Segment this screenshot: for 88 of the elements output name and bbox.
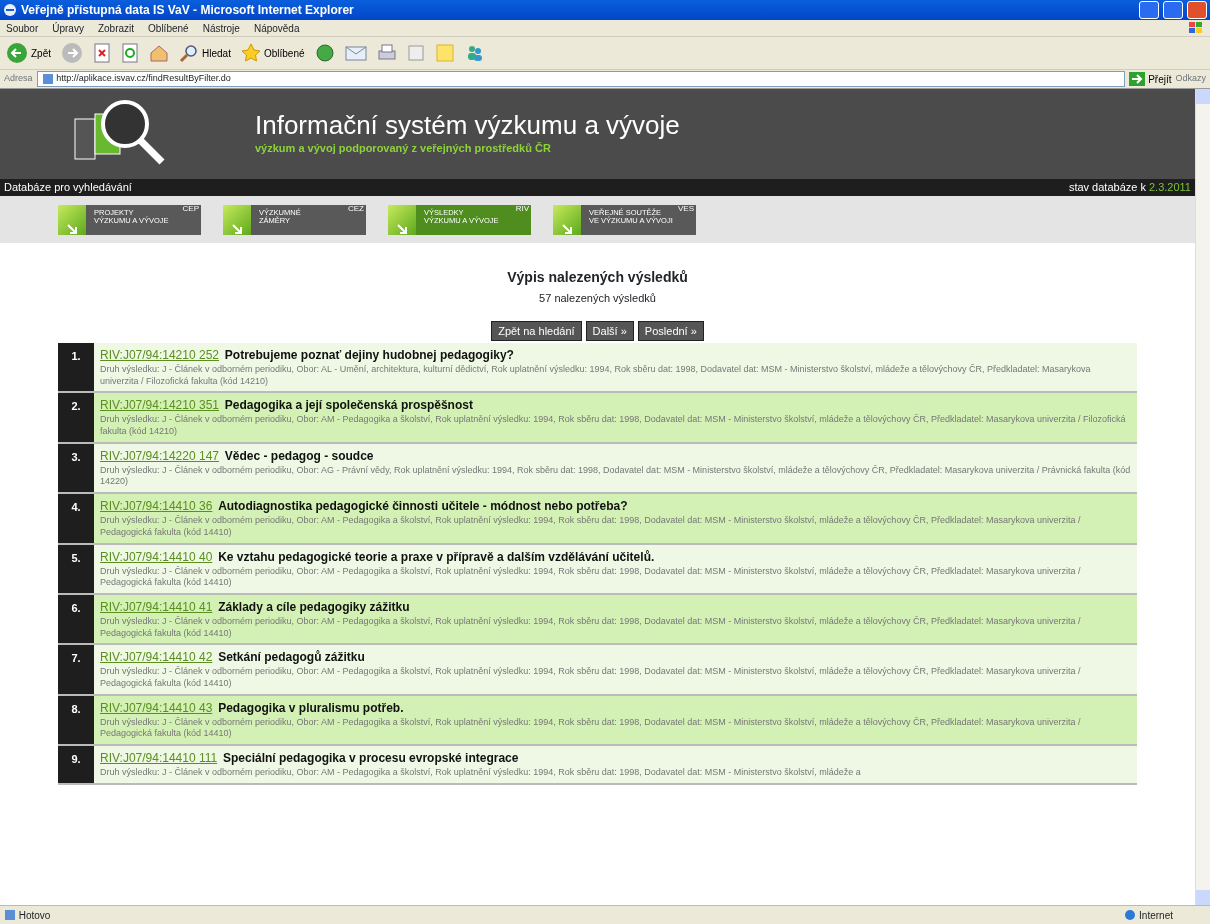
- result-description: Druh výsledku: J - Článek v odborném periodiku, Obor: AM - Pedagogika a školství, Rok uplatnění výsledku: 1994, Rok sběru dat: 1998, Dodavatel dat: MSM - Ministerstvo školství, mládeže a tělovýchovy ČR, Předkladatel: Masarykova univerzita / Pedagogická fakulta (kód 14410): [100, 666, 1082, 690]
- history-button[interactable]: [314, 43, 335, 63]
- result-description: Druh výsledku: J - Článek v odborném periodiku, Obor: AM - Pedagogika a školství, Rok uplatnění výsledku: 1994, Rok sběru dat: 1998, Dodavatel dat: MSM - Ministerstvo školství, mládeže a tělovýchovy ČR, Předkladatel: Masarykova univerzita / Filozofická fakulta (kód 14210): [100, 414, 1127, 438]
- go-button[interactable]: Přejít: [1129, 71, 1172, 87]
- result-number: 4.: [58, 494, 94, 543]
- result-code-link[interactable]: RIV:J07/94:14410 42: [100, 650, 213, 665]
- page-icon: [4, 909, 16, 921]
- print-button[interactable]: [376, 43, 397, 63]
- menu-item[interactable]: Oblíbené: [148, 20, 189, 36]
- result-title: Ke vztahu pedagogické teorie a praxe v přípravě a dalším vzdělávání učitelů.: [218, 549, 655, 564]
- page-icon: [41, 73, 54, 85]
- results-count: 57 nalezených výsledků: [538, 291, 657, 306]
- pager-button[interactable]: Další »: [585, 320, 634, 341]
- home-button[interactable]: [149, 43, 169, 63]
- result-number: 8.: [58, 695, 94, 744]
- results-heading: Výpis nalezených výsledků: [506, 268, 689, 287]
- result-title: Vědec - pedagog - soudce: [224, 448, 374, 463]
- result-number: 3.: [58, 443, 94, 493]
- database-state: stav databáze k 2.3.2011: [1068, 180, 1191, 196]
- result-number: 2.: [58, 393, 94, 442]
- minimize-button[interactable]: [1139, 1, 1159, 19]
- stop-button[interactable]: [93, 43, 111, 63]
- result-number: 1.: [58, 343, 94, 392]
- address-label: Adresa: [4, 72, 33, 86]
- result-title: Setkání pedagogů zážitku: [218, 650, 365, 665]
- database-label: Databáze pro vyhledávání: [4, 180, 132, 196]
- result-code-link[interactable]: RIV:J07/94:14410 40: [100, 549, 213, 564]
- close-button[interactable]: [1187, 1, 1207, 19]
- search-icon: [179, 43, 199, 63]
- globe-icon: [314, 43, 335, 63]
- favorites-button[interactable]: Oblíbené: [240, 43, 305, 63]
- menu-item[interactable]: Nástroje: [202, 20, 240, 36]
- home-icon: [149, 43, 169, 63]
- arrow-icon: [66, 222, 78, 235]
- globe-icon: [1124, 909, 1137, 921]
- vertical-scrollbar[interactable]: [1195, 89, 1210, 905]
- result-description: Druh výsledku: J - Článek v odborném periodiku, Obor: AM - Pedagogika a školství, Rok uplatnění výsledku: 1994, Rok sběru dat: 1998, Dodavatel dat: MSM - Ministerstvo školství, mládeže a tělovýchovy ČR, Předkladatel: Masarykova univerzita / Pedagogická fakulta (kód 14410): [100, 615, 1082, 640]
- menu-item[interactable]: Nápověda: [253, 20, 300, 36]
- search-button[interactable]: Hledat: [179, 43, 231, 63]
- arrow-icon: [231, 222, 243, 235]
- address-text: http://aplikace.isvav.cz/findResultByFilter.do: [56, 72, 231, 86]
- maximize-button[interactable]: [1163, 1, 1183, 19]
- result-title: Autodiagnostika pedagogické činnosti učitele - módnost nebo potřeba?: [218, 499, 628, 514]
- edit-button[interactable]: [406, 44, 425, 62]
- menu-item[interactable]: Soubor: [6, 20, 39, 36]
- site-subtitle: výzkum a vývoj podporovaný z veřejných prostředků ČR: [255, 141, 552, 157]
- result-description: Druh výsledku: J - Článek v odborném periodiku, Obor: AL - Umění, architektura, kulturní dědictví, Rok uplatnění výsledku: 1994, Rok sběru dat: 1998, Dodavatel dat: MSM - Ministerstvo školství, mládeže a tělovýchovy ČR, Předkladatel: Masarykova univerzita / Filozofická fakulta (kód 14210): [100, 364, 1092, 388]
- result-title: Potrebujeme poznať dejiny hudobnej pedagogiky?: [224, 348, 514, 362]
- stop-icon: [93, 43, 111, 63]
- mail-button[interactable]: [344, 44, 367, 62]
- result-title: Speciální pedagogika v procesu evropské integrace: [223, 751, 519, 765]
- result-description: Druh výsledku: J - Článek v odborném periodiku, Obor: AM - Pedagogika a školství, Rok uplatnění výsledku: 1994, Rok sběru dat: 1998, Dodavatel dat: MSM - Ministerstvo školství, mládeže a tělovýchovy ČR, Předkladatel: Masarykova univerzita / Pedagogická fakulta (kód 14410): [100, 716, 1082, 740]
- document-icon: [406, 44, 425, 62]
- result-code-link[interactable]: RIV:J07/94:14410 111: [100, 751, 218, 765]
- result-title: Základy a cíle pedagogiky zážitku: [218, 599, 410, 614]
- result-description: Druh výsledku: J - Článek v odborném periodiku, Obor: AM - Pedagogika a školství, Rok uplatnění výsledku: 1994, Rok sběru dat: 1998, Dodavatel dat: MSM - Ministerstvo školství, mládeže a tělovýchovy ČR, Předkladatel: Masarykova univerzita / Pedagogická fakulta (kód 14410): [100, 565, 1082, 589]
- printer-icon: [376, 43, 397, 63]
- result-code-link[interactable]: RIV:J07/94:14220 147: [100, 448, 219, 463]
- envelope-icon: [344, 44, 367, 62]
- menu-item[interactable]: Úpravy: [52, 20, 84, 36]
- arrow-icon: [561, 222, 573, 235]
- result-code-link[interactable]: RIV:J07/94:14210 252: [100, 348, 219, 362]
- status-text: Hotovo: [18, 908, 51, 923]
- note-icon: [434, 43, 455, 63]
- site-title: Informační systém výzkumu a vývoje: [255, 111, 680, 141]
- links-label[interactable]: Odkazy: [1175, 72, 1206, 86]
- zone-text: Internet: [1139, 908, 1173, 923]
- pager-button[interactable]: Poslední »: [637, 320, 704, 341]
- forward-button[interactable]: [61, 42, 83, 64]
- arrow-icon: [396, 222, 408, 235]
- result-number: 9.: [58, 746, 94, 783]
- star-icon: [240, 43, 261, 63]
- result-number: 5.: [58, 544, 94, 593]
- refresh-button[interactable]: [121, 43, 139, 63]
- result-number: 6.: [58, 594, 94, 644]
- back-button[interactable]: Zpět: [6, 42, 51, 64]
- result-title: Pedagogika v pluralismu potřeb.: [218, 700, 404, 715]
- result-description: Druh výsledku: J - Článek v odborném periodiku, Obor: AG - Právní vědy, Rok uplatnění výsledku: 1994, Rok sběru dat: 1998, Dodavatel dat: MSM - Ministerstvo školství, mládeže a tělovýchovy ČR, Předkladatel: Masarykova univerzita / Právnická fakulta (kód 14220): [100, 464, 1131, 489]
- window-title: Veřejně přístupná data IS VaV - Microsoft Internet Explorer: [21, 2, 355, 19]
- address-field[interactable]: http://aplikace.isvav.cz/findResultByFilter.do: [36, 71, 1126, 87]
- menu-item[interactable]: Zobrazit: [97, 20, 135, 36]
- result-number: 7.: [58, 645, 94, 694]
- go-arrow-icon: [1129, 72, 1146, 86]
- result-description: Druh výsledku: J - Článek v odborném periodiku, Obor: AM - Pedagogika a školství, Rok uplatnění výsledku: 1994, Rok sběru dat: 1998, Dodavatel dat: MSM - Ministerstvo školství, mládeže a: [100, 767, 862, 779]
- result-description: Druh výsledku: J - Článek v odborném periodiku, Obor: AM - Pedagogika a školství, Rok uplatnění výsledku: 1994, Rok sběru dat: 1998, Dodavatel dat: MSM - Ministerstvo školství, mládeže a tělovýchovy ČR, Předkladatel: Masarykova univerzita / Pedagogická fakulta (kód 14410): [100, 515, 1082, 539]
- result-title: Pedagogika a její společenská prospěšnost: [224, 398, 473, 413]
- pager-button[interactable]: Zpět na hledání: [491, 320, 582, 341]
- refresh-icon: [121, 43, 139, 63]
